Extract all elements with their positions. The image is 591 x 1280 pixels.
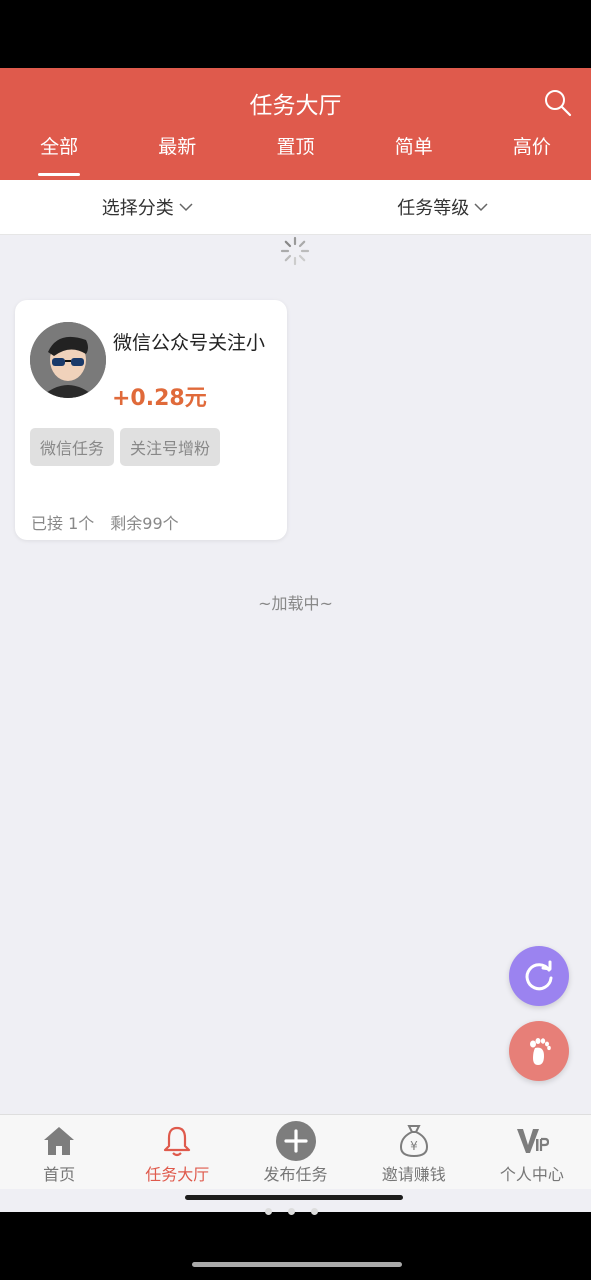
nav-label: 任务大厅 [145,1165,210,1184]
tab-newest[interactable]: 最新 [118,132,236,176]
dot [265,1208,272,1215]
task-tags: 微信任务 关注号增粉 [30,428,221,466]
level-dropdown[interactable]: 任务等级 [296,180,591,234]
bottom-nav: 首页 任务大厅 发布任务 ¥ 邀请赚钱 个人中心 [0,1114,591,1189]
category-label: 选择分类 [101,198,174,219]
dot [311,1208,318,1215]
plus-icon [275,1121,316,1161]
task-stats: 已接 1个 剩余99个 [31,510,179,534]
task-title: 微信公众号关注小 [113,332,266,354]
chevron-down-icon [474,203,488,212]
loading-spinner-icon [280,236,310,266]
tag: 关注号增粉 [120,428,221,466]
home-icon [39,1121,79,1161]
filter-bar: 选择分类 任务等级 [0,180,591,235]
level-label: 任务等级 [397,198,470,219]
tab-simple[interactable]: 简单 [355,132,473,176]
nav-invite-earn[interactable]: ¥ 邀请赚钱 [355,1115,473,1189]
nav-label: 首页 [43,1165,76,1184]
refresh-button[interactable] [509,946,569,1006]
category-dropdown[interactable]: 选择分类 [0,180,296,234]
loading-text: ~加载中~ [258,594,333,613]
nav-home[interactable]: 首页 [0,1115,118,1189]
nav-publish-task[interactable]: 发布任务 [236,1115,354,1189]
nav-label: 发布任务 [263,1165,328,1184]
app-screen: 任务大厅 全部 最新 置顶 简单 高价 选择分类 任务等级 微信公众号关注小 +… [0,68,591,1212]
tab-bar: 全部 最新 置顶 简单 高价 [0,132,591,176]
nav-label: 邀请赚钱 [381,1165,446,1184]
search-icon[interactable] [543,88,573,118]
footprint-button[interactable] [509,1021,569,1081]
chevron-down-icon [179,203,193,212]
page-dots [265,1208,318,1215]
accepted-count: 已接 1个 [31,514,95,533]
tab-high-price[interactable]: 高价 [473,132,591,176]
svg-text:¥: ¥ [410,1139,418,1153]
dot [288,1208,295,1215]
nav-label: 个人中心 [499,1165,564,1184]
home-indicator [185,1195,403,1200]
tag: 微信任务 [30,428,115,466]
task-price: +0.28元 [112,386,207,411]
money-bag-icon: ¥ [394,1121,434,1161]
header: 任务大厅 全部 最新 置顶 简单 高价 [0,68,591,180]
tab-all[interactable]: 全部 [0,132,118,176]
avatar [30,322,106,398]
bell-icon [157,1121,197,1161]
system-home-indicator [192,1262,402,1267]
task-card[interactable]: 微信公众号关注小 +0.28元 微信任务 关注号增粉 已接 1个 剩余99个 [15,300,287,540]
tab-pinned[interactable]: 置顶 [236,132,354,176]
nav-profile[interactable]: 个人中心 [473,1115,591,1189]
vip-icon [512,1121,552,1161]
refresh-icon [525,960,553,991]
page-title: 任务大厅 [249,93,342,119]
remaining-count: 剩余99个 [110,514,179,533]
nav-task-hall[interactable]: 任务大厅 [118,1115,236,1189]
footprint-icon [530,1038,551,1065]
